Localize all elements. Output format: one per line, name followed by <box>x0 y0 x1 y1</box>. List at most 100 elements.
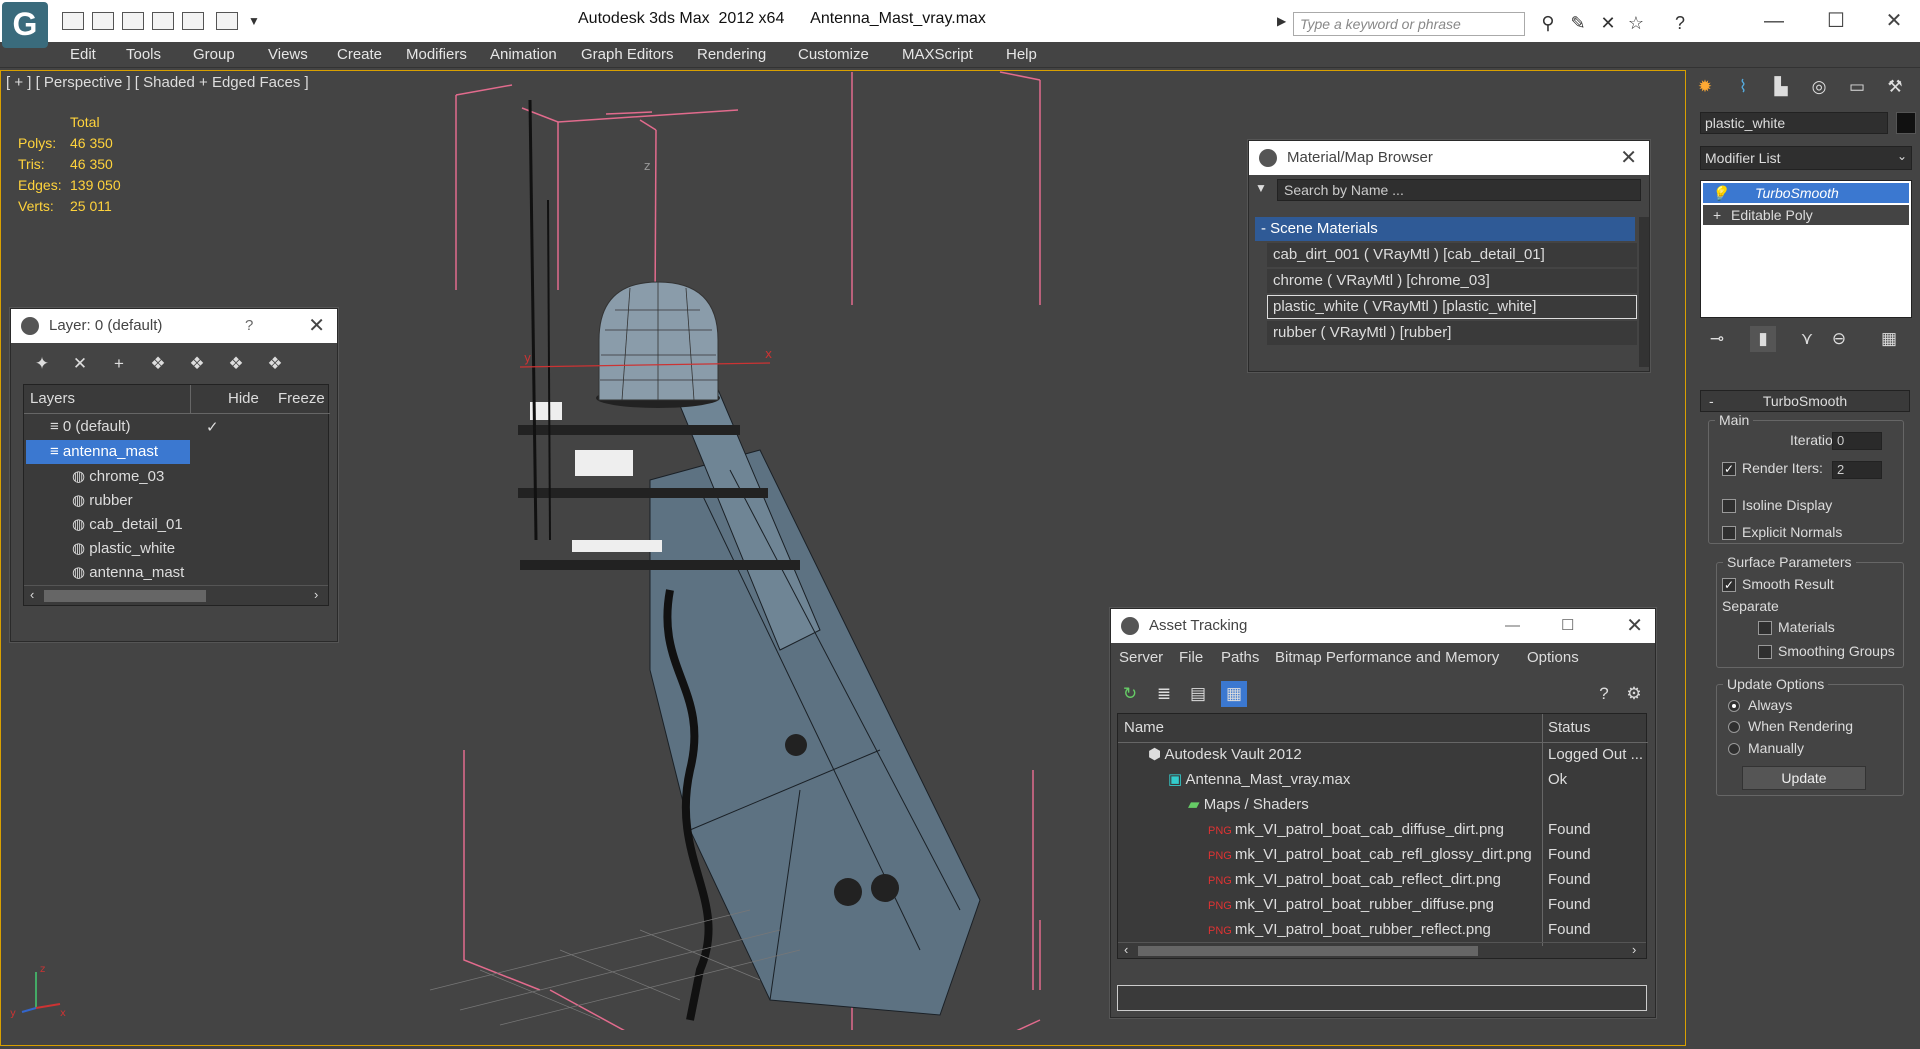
object-row[interactable]: ◍ chrome_03 <box>72 465 164 489</box>
render-iters-checkbox[interactable]: ✓ Render Iters: <box>1722 460 1823 477</box>
browser-options-icon[interactable]: ▼ <box>1255 181 1267 195</box>
viewport-label[interactable]: [ + ] [ Perspective ] [ Shaded + Edged F… <box>6 74 309 91</box>
asset-row[interactable]: ▰ Maps / Shaders <box>1188 793 1309 817</box>
save-icon[interactable] <box>122 12 144 30</box>
layer-row[interactable]: ≡ 0 (default) <box>50 415 130 439</box>
object-name-field[interactable]: plastic_white <box>1700 112 1888 134</box>
subscription-icon[interactable]: ✎ <box>1568 13 1588 33</box>
freeze-all-icon[interactable]: ❖ <box>262 351 288 377</box>
material-browser-close-button[interactable]: ✕ <box>1620 141 1637 175</box>
menu-edit[interactable]: Edit <box>70 46 96 63</box>
checkbox-checked-icon[interactable]: ✓ <box>1722 578 1736 593</box>
asset-settings-icon[interactable]: ⚙ <box>1621 681 1647 707</box>
pin-stack-icon[interactable]: ⊸ <box>1704 326 1730 352</box>
new-file-icon[interactable] <box>62 12 84 30</box>
layer-row-selected[interactable]: ≡ antenna_mast <box>26 440 190 464</box>
display-tab-icon[interactable]: ▭ <box>1844 74 1870 100</box>
material-item[interactable]: cab_dirt_001 ( VRayMtl ) [cab_detail_01] <box>1267 243 1637 267</box>
object-row[interactable]: ◍ rubber <box>72 489 133 513</box>
binoculars-icon[interactable]: ⚲ <box>1538 13 1558 33</box>
table-view-icon[interactable]: ▦ <box>1221 681 1247 707</box>
collapse-icon[interactable]: - <box>1709 391 1714 411</box>
menu-help[interactable]: Help <box>1006 46 1037 63</box>
maximize-button[interactable]: ☐ <box>1816 6 1856 36</box>
asset-menu-options[interactable]: Options <box>1527 649 1579 666</box>
col-status[interactable]: Status <box>1548 716 1591 740</box>
scroll-thumb[interactable] <box>44 590 206 602</box>
asset-minimize-button[interactable]: — <box>1505 609 1520 643</box>
scroll-right-icon[interactable]: › <box>314 587 318 602</box>
menu-rendering[interactable]: Rendering <box>697 46 766 63</box>
separate-materials-checkbox[interactable]: Materials <box>1758 619 1835 636</box>
show-end-result-icon[interactable]: ▮ <box>1750 326 1776 352</box>
smooth-result-checkbox[interactable]: ✓ Smooth Result <box>1722 576 1834 593</box>
explicit-normals-checkbox[interactable]: Explicit Normals <box>1722 524 1842 541</box>
update-manually-radio[interactable]: Manually <box>1728 740 1804 756</box>
quick-access-dropdown-icon[interactable]: ▼ <box>248 14 260 28</box>
checkbox-icon[interactable] <box>1722 526 1736 541</box>
material-item[interactable]: chrome ( VRayMtl ) [chrome_03] <box>1267 269 1637 293</box>
active-check-icon[interactable]: ✓ <box>206 418 219 436</box>
make-unique-icon[interactable]: ⋎ <box>1794 326 1820 352</box>
list-view-icon[interactable]: ≣ <box>1151 681 1177 707</box>
object-row[interactable]: ◍ antenna_mast <box>72 561 184 585</box>
scroll-thumb[interactable] <box>1138 946 1478 956</box>
checkbox-icon[interactable] <box>1758 621 1772 636</box>
asset-row[interactable]: PNG mk_VI_patrol_boat_cab_reflect_dirt.p… <box>1208 868 1501 892</box>
object-row[interactable]: ◍ cab_detail_01 <box>72 513 183 537</box>
col-name[interactable]: Name <box>1124 716 1164 740</box>
col-hide[interactable]: Hide <box>228 387 259 411</box>
asset-menu-file[interactable]: File <box>1179 649 1203 666</box>
motion-tab-icon[interactable]: ◎ <box>1806 74 1832 100</box>
isoline-display-checkbox[interactable]: Isoline Display <box>1722 497 1832 514</box>
object-color-swatch[interactable] <box>1896 112 1916 134</box>
asset-row[interactable]: PNG mk_VI_patrol_boat_rubber_reflect.png <box>1208 918 1491 942</box>
modify-tab-icon[interactable]: ⌇ <box>1730 74 1756 100</box>
radio-selected-icon[interactable] <box>1728 700 1740 713</box>
utilities-tab-icon[interactable]: ⚒ <box>1882 74 1908 100</box>
menu-group[interactable]: Group <box>193 46 235 63</box>
asset-row[interactable]: ⬢ Autodesk Vault 2012 <box>1148 743 1302 767</box>
scroll-left-icon[interactable]: ‹ <box>30 587 34 602</box>
menu-views[interactable]: Views <box>268 46 308 63</box>
material-scrollbar[interactable] <box>1639 217 1649 367</box>
hierarchy-tab-icon[interactable]: ▙ <box>1768 74 1794 100</box>
scroll-right-icon[interactable]: › <box>1632 942 1636 957</box>
expand-icon[interactable]: + <box>1713 205 1721 225</box>
favorites-star-icon[interactable]: ☆ <box>1626 13 1646 33</box>
search-input[interactable]: Type a keyword or phrase <box>1293 12 1525 36</box>
create-layer-icon[interactable]: ✦ <box>29 351 55 377</box>
material-item-selected[interactable]: plastic_white ( VRayMtl ) [plastic_white… <box>1267 295 1637 319</box>
asset-close-button[interactable]: ✕ <box>1626 609 1643 643</box>
col-layers[interactable]: Layers <box>30 387 75 411</box>
asset-maximize-button[interactable]: ☐ <box>1561 609 1574 643</box>
checkbox-icon[interactable] <box>1722 499 1736 514</box>
checkbox-checked-icon[interactable]: ✓ <box>1722 462 1736 477</box>
help-icon[interactable]: ? <box>1670 13 1690 33</box>
object-row[interactable]: ◍ plastic_white <box>72 537 175 561</box>
delete-layer-icon[interactable]: ✕ <box>67 351 93 377</box>
radio-icon[interactable] <box>1728 743 1740 756</box>
asset-row[interactable]: PNG mk_VI_patrol_boat_cab_refl_glossy_di… <box>1208 843 1532 867</box>
scroll-left-icon[interactable]: ‹ <box>1124 942 1128 957</box>
turbosmooth-rollout-header[interactable]: - TurboSmooth <box>1700 390 1910 412</box>
layer-horizontal-scrollbar[interactable]: ‹ › <box>24 585 328 605</box>
minimize-button[interactable]: — <box>1754 6 1794 36</box>
layer-close-button[interactable]: ✕ <box>308 309 325 343</box>
col-freeze[interactable]: Freeze <box>278 387 325 411</box>
asset-row[interactable]: PNG mk_VI_patrol_boat_cab_diffuse_dirt.p… <box>1208 818 1504 842</box>
project-folder-icon[interactable] <box>216 12 238 30</box>
antenna-mast-model[interactable]: y x z <box>400 70 1080 1030</box>
asset-menu-server[interactable]: Server <box>1119 649 1163 666</box>
undo-icon[interactable] <box>152 12 174 30</box>
menu-maxscript[interactable]: MAXScript <box>902 46 973 63</box>
menu-tools[interactable]: Tools <box>126 46 161 63</box>
asset-row[interactable]: ▣ Antenna_Mast_vray.max <box>1168 768 1350 792</box>
material-item[interactable]: rubber ( VRayMtl ) [rubber] <box>1267 321 1637 345</box>
radio-icon[interactable] <box>1728 721 1740 734</box>
menu-modifiers[interactable]: Modifiers <box>406 46 467 63</box>
expand-search-icon[interactable]: ▶ <box>1277 14 1286 28</box>
highlight-layer-icon[interactable]: ❖ <box>184 351 210 377</box>
asset-row[interactable]: PNG mk_VI_patrol_boat_rubber_diffuse.png <box>1208 893 1494 917</box>
stack-item-turbosmooth[interactable]: 💡 TurboSmooth <box>1703 183 1909 203</box>
